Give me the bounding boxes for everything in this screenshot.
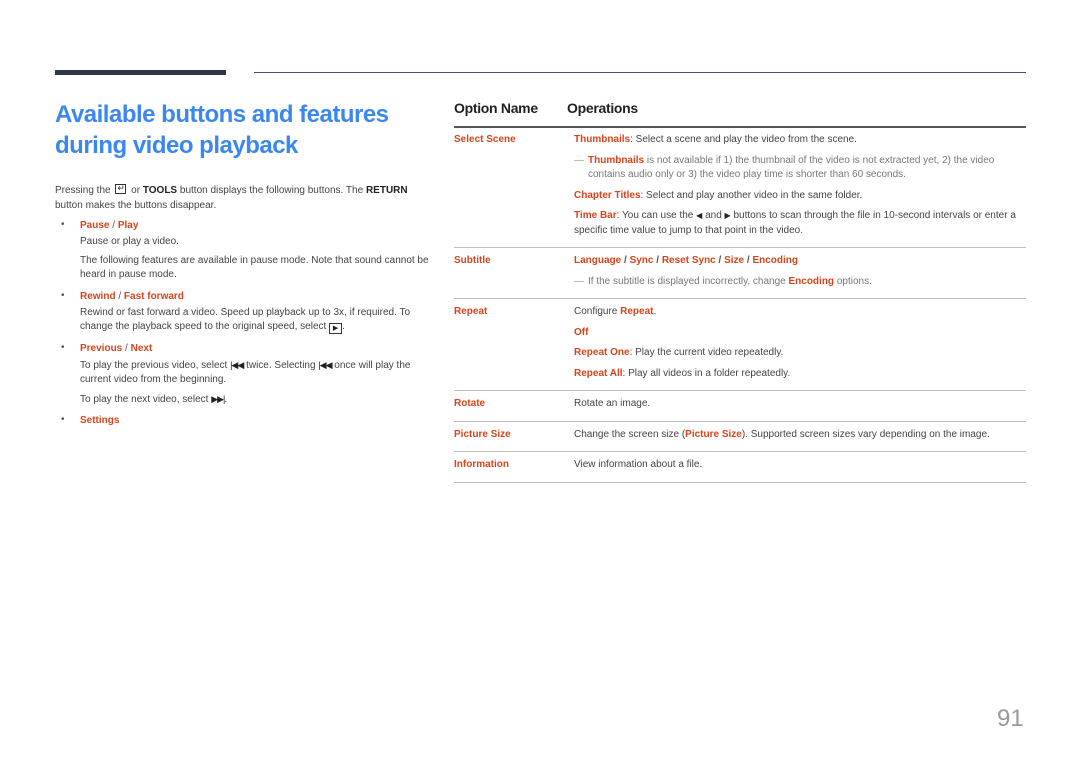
tools-label: TOOLS xyxy=(142,185,178,196)
intro-paragraph: Pressing the or TOOLS button displays th… xyxy=(55,181,425,213)
option-name: Picture Size xyxy=(454,428,511,440)
option-name: Select Scene xyxy=(454,134,516,145)
option-operations: Change the screen size (Picture Size). S… xyxy=(574,428,990,440)
table-row-subtitle: Subtitle Language / Sync / Reset Sync / … xyxy=(454,248,1026,299)
option-operations: Thumbnails: Select a scene and play the … xyxy=(574,133,1026,242)
note-icon: — xyxy=(574,154,584,166)
feature-item-pause-play: • Pause / Play Pause or play a video. Th… xyxy=(55,219,430,283)
feature-list: • Pause / Play Pause or play a video. Th… xyxy=(55,219,430,435)
option-name: Rotate xyxy=(454,398,486,409)
option-name: Repeat xyxy=(454,306,488,317)
intro-text: Pressing the xyxy=(55,185,111,196)
bullet-icon: • xyxy=(61,219,65,230)
right-arrow-icon: ▶ xyxy=(724,211,731,220)
feature-title: Previous / Next xyxy=(80,342,153,354)
table-row-select-scene: Select Scene Thumbnails: Select a scene … xyxy=(454,128,1026,248)
column-header-operations: Operations xyxy=(567,100,638,116)
intro-text: button displays the following buttons. T… xyxy=(179,185,364,196)
option-operations: Rotate an image. xyxy=(574,398,651,409)
feature-item-settings: • Settings xyxy=(55,414,430,428)
previous-icon: |◀◀ xyxy=(318,359,332,370)
return-tools-icon xyxy=(115,181,127,196)
play-icon: ▶ xyxy=(329,323,343,334)
note: — Thumbnails is not available if 1) the t… xyxy=(574,154,995,181)
note: — If the subtitle is displayed incorrectl… xyxy=(574,275,1026,290)
next-icon: ▶▶| xyxy=(211,393,225,404)
previous-icon: |◀◀ xyxy=(230,359,244,370)
option-operations: Configure Repeat. Off Repeat One: Play t… xyxy=(574,306,791,379)
header-rule xyxy=(254,72,1026,73)
bullet-icon: • xyxy=(61,341,65,353)
table-row-picture-size: Picture Size Change the screen size (Pic… xyxy=(454,422,1026,452)
intro-text: or xyxy=(131,185,141,196)
option-operations: Language / Sync / Reset Sync / Size / En… xyxy=(574,254,1026,293)
bullet-icon: • xyxy=(61,414,65,425)
feature-description: To play the next video, select ▶▶|. xyxy=(80,393,228,405)
option-name: Subtitle xyxy=(454,255,491,266)
feature-description: Pause or play a video. xyxy=(80,236,179,247)
bullet-icon: • xyxy=(61,289,65,301)
table-row-rotate: Rotate Rotate an image. xyxy=(454,391,1026,422)
header-bar-thick xyxy=(55,70,226,75)
options-table: Option Name Operations Select Scene Thum… xyxy=(454,99,1026,483)
option-operations: View information about a file. xyxy=(574,459,703,470)
intro-text: button makes the buttons disappear. xyxy=(55,199,217,211)
table-header: Option Name Operations xyxy=(454,99,1026,128)
table-row-information: Information View information about a fil… xyxy=(454,452,1026,483)
feature-description: To play the previous video, select |◀◀ t… xyxy=(80,359,411,386)
table-row-repeat: Repeat Configure Repeat. Off Repeat One:… xyxy=(454,299,1026,391)
option-name: Information xyxy=(454,459,509,470)
page-title: Available buttons and features during vi… xyxy=(55,101,389,159)
feature-item-previous-next: • Previous / Next To play the previous v… xyxy=(55,342,430,408)
feature-description: Rewind or fast forward a video. Speed up… xyxy=(80,306,411,334)
feature-description: The following features are available in … xyxy=(80,254,429,281)
feature-item-rewind-fast-forward: • Rewind / Fast forward Rewind or fast f… xyxy=(55,290,430,335)
left-arrow-icon: ◀ xyxy=(696,211,703,220)
feature-title: Settings xyxy=(80,415,120,426)
page-number: 91 xyxy=(997,705,1024,732)
return-label: RETURN xyxy=(365,185,408,196)
feature-title: Rewind / Fast forward xyxy=(80,290,184,302)
feature-title: Pause / Play xyxy=(80,220,139,231)
column-header-option-name: Option Name xyxy=(454,100,538,116)
note-icon: — xyxy=(574,275,584,287)
